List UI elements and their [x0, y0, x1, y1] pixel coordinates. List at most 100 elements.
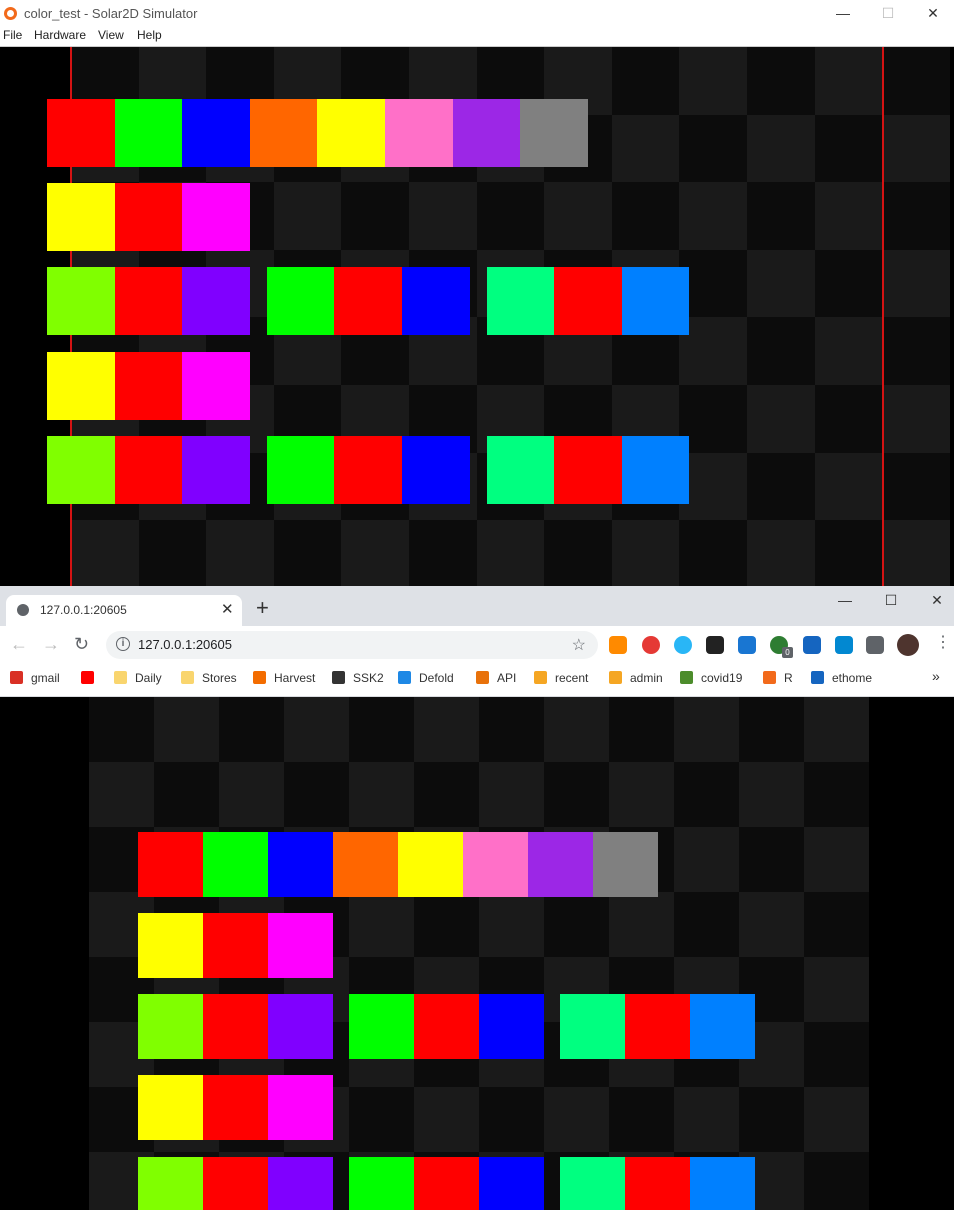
- checker-cell: [409, 520, 477, 586]
- bookmark-covid19[interactable]: covid19: [680, 671, 742, 685]
- checker-cell: [739, 762, 804, 827]
- menu-file[interactable]: File: [3, 28, 22, 42]
- checker-cell: [138, 520, 207, 586]
- checker-cell: [882, 249, 950, 318]
- menu-view[interactable]: View: [98, 28, 124, 42]
- browser-minimize-button[interactable]: —: [822, 586, 868, 614]
- bookmark-recent[interactable]: recent: [534, 671, 588, 685]
- color-swatch: [560, 1157, 625, 1210]
- back-arrow-icon[interactable]: ←: [10, 634, 28, 654]
- bookmark-daily[interactable]: Daily: [114, 671, 162, 685]
- checker-cell: [882, 114, 950, 183]
- profile-avatar[interactable]: [897, 634, 919, 656]
- site-info-icon[interactable]: i: [116, 637, 130, 651]
- color-swatch: [268, 1157, 333, 1210]
- bookmark-admin[interactable]: admin: [609, 671, 663, 685]
- window-extension-icon[interactable]: [835, 636, 853, 654]
- bookmark-label: SSK2: [353, 671, 384, 685]
- r-icon: [763, 671, 776, 684]
- checker-cell: [479, 1087, 544, 1152]
- color-swatch: [414, 1157, 479, 1210]
- bookmark-api[interactable]: API: [476, 671, 516, 685]
- color-swatch: [138, 1157, 203, 1210]
- browser-maximize-button[interactable]: ☐: [868, 586, 914, 614]
- checker-cell: [882, 385, 950, 453]
- color-picker-extension-icon[interactable]: [674, 636, 692, 654]
- color-swatch: [452, 99, 521, 167]
- checker-cell: [609, 762, 674, 827]
- close-button[interactable]: ✕: [910, 0, 954, 27]
- checker-cell: [89, 762, 154, 827]
- bookmark-label: API: [497, 671, 517, 685]
- browser-viewport[interactable]: [0, 697, 954, 1210]
- simulator-stage[interactable]: [0, 47, 954, 586]
- checker-cell: [804, 1152, 869, 1210]
- search-extension-icon[interactable]: [609, 636, 627, 654]
- bookmark-defold[interactable]: Defold: [398, 671, 454, 685]
- checker-cell: [739, 697, 804, 762]
- bookmark-label: Defold: [419, 671, 454, 685]
- new-tab-button[interactable]: +: [256, 597, 269, 619]
- skype-extension-icon[interactable]: [738, 636, 756, 654]
- address-bar[interactable]: i 127.0.0.1:20605 ☆: [106, 631, 598, 659]
- checker-cell: [611, 520, 680, 586]
- checker-cell: [814, 385, 883, 453]
- grid-extension-icon[interactable]: [803, 636, 821, 654]
- bookmark-label: gmail: [31, 671, 60, 685]
- color-swatch: [249, 99, 318, 167]
- bookmark-stores[interactable]: Stores: [181, 671, 237, 685]
- bookmark-harvest[interactable]: Harvest: [253, 671, 315, 685]
- leaf-icon: [680, 671, 693, 684]
- checker-cell: [804, 1022, 869, 1087]
- checker-cell: [804, 697, 869, 762]
- gmail-icon: [10, 671, 23, 684]
- color-swatch: [479, 1157, 544, 1210]
- bookmark-gmail[interactable]: gmail: [10, 671, 60, 685]
- color-swatch: [114, 267, 183, 335]
- menu-hardware[interactable]: Hardware: [34, 28, 86, 42]
- checker-cell: [479, 762, 544, 827]
- color-swatch: [114, 436, 183, 504]
- checker-cell: [814, 249, 883, 318]
- checker-cell: [679, 452, 747, 521]
- folder-icon: [181, 671, 194, 684]
- adblock-extension-icon[interactable]: [642, 636, 660, 654]
- browser-tab[interactable]: 127.0.0.1:20605 ✕: [6, 595, 242, 626]
- menu-help[interactable]: Help: [137, 28, 162, 42]
- bookmark-ethome[interactable]: ethome: [811, 671, 872, 685]
- dashlane-extension-icon[interactable]: [706, 636, 724, 654]
- color-swatch: [333, 832, 398, 897]
- color-swatch: [317, 99, 385, 167]
- bookmark-youtube[interactable]: [81, 671, 102, 685]
- checker-cell: [747, 317, 815, 385]
- minimize-button[interactable]: —: [820, 0, 866, 27]
- browser-close-button[interactable]: ✕: [914, 586, 954, 614]
- checker-cell: [882, 520, 950, 586]
- more-bookmarks-icon[interactable]: »: [932, 668, 940, 684]
- color-swatch: [268, 913, 333, 978]
- menu-kebab-icon[interactable]: ⋮: [935, 633, 951, 653]
- color-swatch: [414, 994, 479, 1059]
- bookmark-label: Harvest: [274, 671, 316, 685]
- checker-cell: [814, 182, 883, 250]
- checker-cell: [284, 762, 349, 827]
- bookmark-star-icon[interactable]: ☆: [572, 635, 586, 655]
- color-swatch: [268, 994, 333, 1059]
- checker-cell: [206, 520, 274, 586]
- color-swatch: [690, 994, 755, 1059]
- tab-close-icon[interactable]: ✕: [221, 600, 234, 618]
- address-url[interactable]: 127.0.0.1:20605: [138, 637, 232, 652]
- maximize-button[interactable]: ☐: [865, 0, 911, 27]
- bookmark-label: admin: [630, 671, 663, 685]
- color-swatch: [554, 267, 622, 335]
- color-swatch: [520, 99, 588, 167]
- bookmark-r[interactable]: R: [763, 671, 793, 685]
- checker-cell: [804, 827, 869, 892]
- reload-icon[interactable]: ↻: [74, 634, 89, 654]
- checker-cell: [882, 452, 950, 521]
- forward-arrow-icon[interactable]: →: [42, 634, 60, 654]
- checker-cell: [273, 182, 342, 250]
- bookmark-ssk2[interactable]: SSK2: [332, 671, 384, 685]
- puzzle-extensions-icon[interactable]: [866, 636, 884, 654]
- checker-cell: [544, 762, 609, 827]
